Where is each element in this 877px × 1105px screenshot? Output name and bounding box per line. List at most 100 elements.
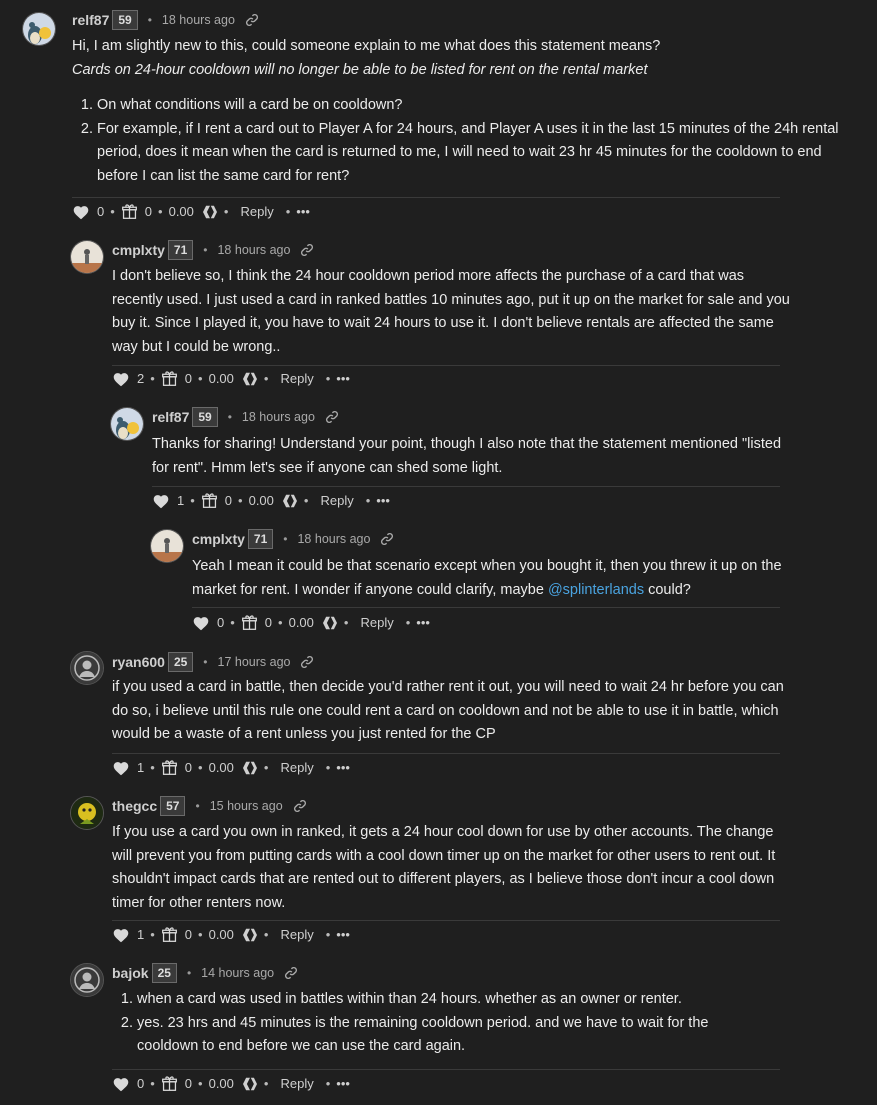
comment-text: if you used a card in battle, then decid… bbox=[112, 679, 784, 742]
like-count: 0 bbox=[97, 204, 105, 219]
gift-icon[interactable] bbox=[121, 203, 138, 220]
heart-icon[interactable] bbox=[112, 1076, 130, 1092]
heart-icon[interactable] bbox=[112, 760, 130, 776]
author-name[interactable]: bajok bbox=[112, 965, 149, 981]
timestamp[interactable]: 14 hours ago bbox=[201, 966, 274, 980]
link-icon[interactable] bbox=[284, 966, 298, 980]
action-bar: 1 • 0 • 0.00 • Reply • ••• bbox=[112, 926, 350, 943]
more-options-icon[interactable]: ••• bbox=[296, 204, 310, 219]
separator-dot: • bbox=[223, 204, 229, 219]
separator-dot: • bbox=[263, 927, 269, 942]
payout-amount[interactable]: 0.00 bbox=[169, 204, 194, 219]
heart-icon[interactable] bbox=[152, 493, 170, 509]
reply-button[interactable]: Reply bbox=[280, 927, 313, 942]
more-options-icon[interactable]: ••• bbox=[336, 927, 350, 942]
gift-icon[interactable] bbox=[161, 370, 178, 387]
more-options-icon[interactable]: ••• bbox=[416, 615, 430, 630]
reply-button[interactable]: Reply bbox=[360, 615, 393, 630]
timestamp[interactable]: 18 hours ago bbox=[162, 13, 235, 27]
gift-icon[interactable] bbox=[161, 759, 178, 776]
separator-dot: • bbox=[186, 966, 192, 980]
divider bbox=[112, 753, 780, 754]
timestamp[interactable]: 18 hours ago bbox=[242, 410, 315, 424]
action-bar: 0 • 0 • 0.00 • Reply • ••• bbox=[192, 614, 430, 631]
avatar[interactable] bbox=[70, 240, 104, 274]
payout-amount[interactable]: 0.00 bbox=[209, 371, 234, 386]
action-bar: 0 • 0 • 0.00 • Reply • ••• bbox=[112, 1075, 350, 1092]
reply-button[interactable]: Reply bbox=[320, 493, 353, 508]
action-bar: 1 • 0 • 0.00 • Reply • ••• bbox=[152, 492, 390, 509]
separator-dot: • bbox=[303, 493, 309, 508]
avatar[interactable] bbox=[150, 529, 184, 563]
author-name[interactable]: relf87 bbox=[152, 409, 189, 425]
avatar[interactable] bbox=[70, 963, 104, 997]
separator-dot: • bbox=[238, 493, 243, 508]
separator-dot: • bbox=[263, 1076, 269, 1091]
heart-icon[interactable] bbox=[112, 927, 130, 943]
author-name[interactable]: cmplxty bbox=[112, 242, 165, 258]
gift-icon[interactable] bbox=[161, 926, 178, 943]
list-item: yes. 23 hrs and 45 minutes is the remain… bbox=[137, 1012, 742, 1059]
link-icon[interactable] bbox=[245, 13, 259, 27]
gift-icon[interactable] bbox=[241, 614, 258, 631]
answer-list: when a card was used in battles within t… bbox=[112, 988, 742, 1059]
payout-amount[interactable]: 0.00 bbox=[209, 1076, 234, 1091]
payout-amount[interactable]: 0.00 bbox=[289, 615, 314, 630]
gift-icon[interactable] bbox=[201, 492, 218, 509]
heart-icon[interactable] bbox=[192, 615, 210, 631]
hive-icon bbox=[282, 494, 298, 508]
author-name[interactable]: thegcc bbox=[112, 798, 157, 814]
reply-button[interactable]: Reply bbox=[280, 1076, 313, 1091]
timestamp[interactable]: 18 hours ago bbox=[217, 243, 290, 257]
link-icon[interactable] bbox=[380, 532, 394, 546]
gift-count: 0 bbox=[264, 615, 273, 630]
reply-button[interactable]: Reply bbox=[280, 371, 313, 386]
timestamp[interactable]: 18 hours ago bbox=[297, 532, 370, 546]
timestamp[interactable]: 15 hours ago bbox=[210, 799, 283, 813]
separator-dot: • bbox=[198, 927, 203, 942]
link-icon[interactable] bbox=[300, 243, 314, 257]
more-options-icon[interactable]: ••• bbox=[336, 1076, 350, 1091]
link-icon[interactable] bbox=[325, 410, 339, 424]
heart-icon[interactable] bbox=[112, 371, 130, 387]
payout-amount[interactable]: 0.00 bbox=[249, 493, 274, 508]
separator-dot: • bbox=[325, 927, 331, 942]
heart-icon[interactable] bbox=[72, 204, 90, 220]
comment-body: when a card was used in battles within t… bbox=[112, 988, 742, 1059]
author-name[interactable]: relf87 bbox=[72, 12, 109, 28]
avatar[interactable] bbox=[70, 796, 104, 830]
more-options-icon[interactable]: ••• bbox=[336, 760, 350, 775]
separator-dot: • bbox=[285, 204, 291, 219]
gift-count: 0 bbox=[224, 493, 233, 508]
payout-amount[interactable]: 0.00 bbox=[209, 927, 234, 942]
author-name[interactable]: cmplxty bbox=[192, 531, 245, 547]
more-options-icon[interactable]: ••• bbox=[336, 371, 350, 386]
hive-icon bbox=[242, 761, 258, 775]
payout-amount[interactable]: 0.00 bbox=[209, 760, 234, 775]
avatar[interactable] bbox=[70, 651, 104, 685]
reply-button[interactable]: Reply bbox=[240, 204, 273, 219]
link-icon[interactable] bbox=[293, 799, 307, 813]
separator-dot: • bbox=[343, 615, 349, 630]
timestamp[interactable]: 17 hours ago bbox=[218, 655, 291, 669]
separator-dot: • bbox=[325, 760, 331, 775]
hive-icon bbox=[242, 1077, 258, 1091]
separator-dot: • bbox=[147, 13, 152, 27]
separator-dot: • bbox=[198, 1076, 203, 1091]
gift-count: 0 bbox=[184, 371, 193, 386]
reply-button[interactable]: Reply bbox=[280, 760, 313, 775]
gift-icon[interactable] bbox=[161, 1075, 178, 1092]
avatar[interactable] bbox=[22, 12, 56, 46]
action-bar: 2 • 0 • 0.00 • Reply • ••• bbox=[112, 370, 350, 387]
like-count: 1 bbox=[137, 760, 145, 775]
link-icon[interactable] bbox=[300, 655, 314, 669]
separator-dot: • bbox=[283, 532, 288, 546]
hive-icon bbox=[322, 616, 338, 630]
comment-text: Hi, I am slightly new to this, could som… bbox=[72, 38, 661, 54]
author-name[interactable]: ryan600 bbox=[112, 654, 165, 670]
more-options-icon[interactable]: ••• bbox=[376, 493, 390, 508]
user-mention-link[interactable]: @splinterlands bbox=[548, 582, 644, 598]
separator-dot: • bbox=[325, 1076, 331, 1091]
avatar[interactable] bbox=[110, 407, 144, 441]
list-item: On what conditions will a card be on coo… bbox=[97, 94, 842, 118]
